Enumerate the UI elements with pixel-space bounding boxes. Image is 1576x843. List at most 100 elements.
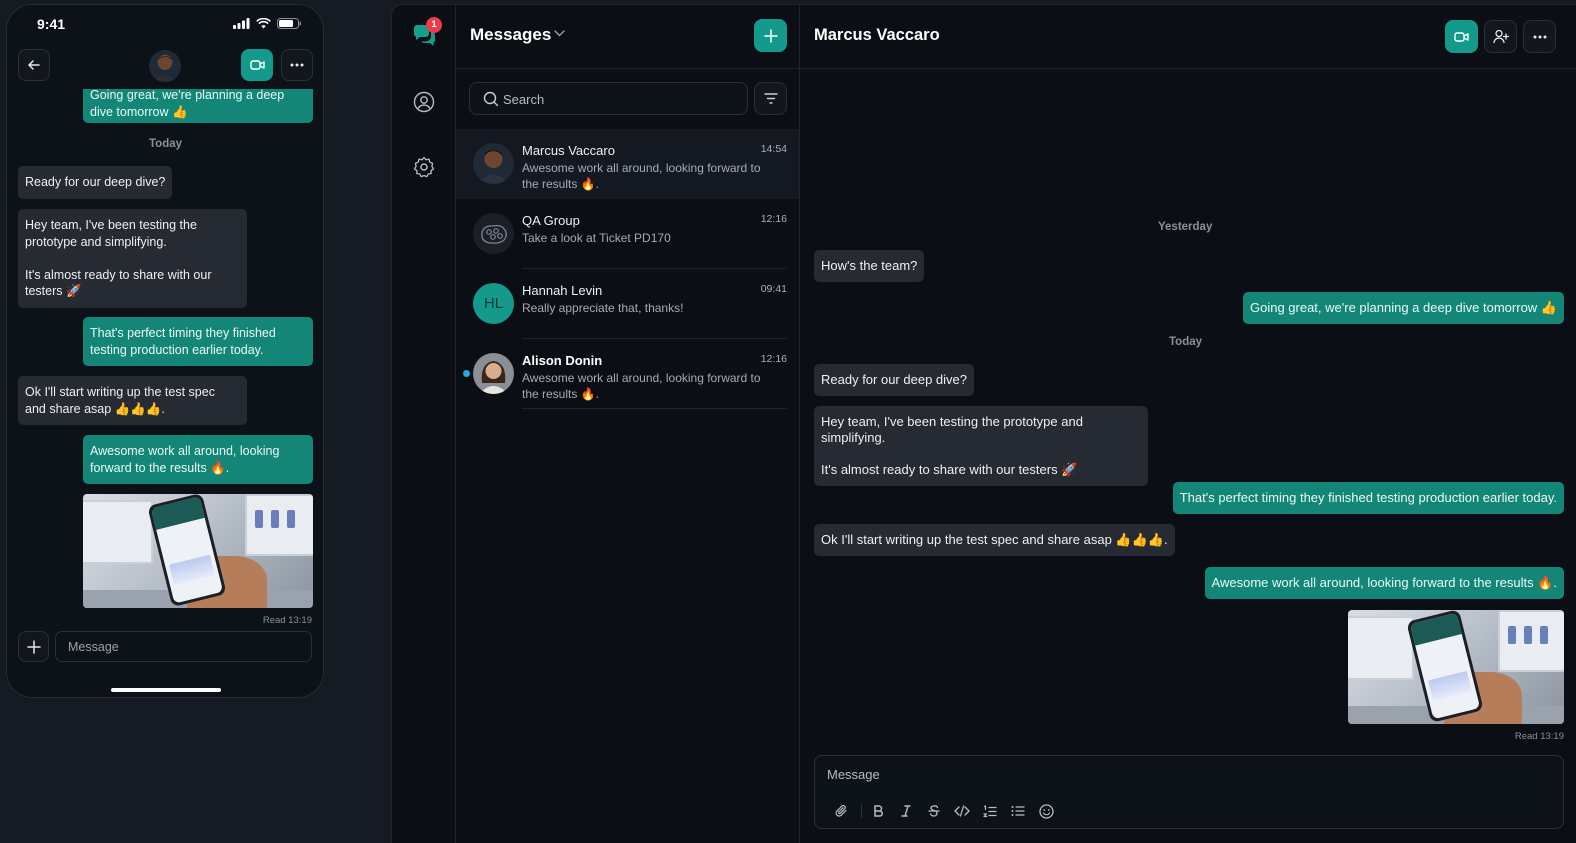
message-bubble-outgoing: Going great, we're planning a deep dive … bbox=[83, 89, 313, 123]
bullet-list-icon bbox=[1011, 806, 1025, 816]
message-bubble-outgoing: Awesome work all around, looking forward… bbox=[83, 435, 313, 484]
message-input[interactable]: Message bbox=[55, 631, 312, 662]
notification-badge: 1 bbox=[426, 17, 442, 33]
message-bubble-incoming: Ready for our deep dive? bbox=[18, 166, 173, 199]
attach-button[interactable] bbox=[827, 802, 855, 820]
image-attachment[interactable] bbox=[83, 494, 313, 608]
conversation-name: Alison Donin bbox=[522, 353, 603, 368]
status-bar: 9:41 bbox=[7, 5, 323, 45]
home-indicator bbox=[111, 688, 221, 692]
search-icon bbox=[483, 91, 499, 107]
new-message-button[interactable] bbox=[754, 19, 787, 52]
read-receipt: Read 13:19 bbox=[262, 615, 312, 626]
numbered-list-icon bbox=[983, 804, 997, 817]
add-user-icon bbox=[1492, 29, 1509, 44]
chat-panel: Marcus Vaccaro Yesterday How's the team?… bbox=[800, 5, 1576, 843]
conversation-preview: Really appreciate that, thanks! bbox=[522, 301, 684, 315]
read-receipt: Read 13:19 bbox=[1514, 731, 1564, 742]
conversation-name: QA Group bbox=[522, 213, 580, 228]
phone-compose-bar: Message bbox=[7, 631, 323, 663]
conversation-time: 12:16 bbox=[760, 353, 787, 365]
bullet-list-button[interactable] bbox=[1004, 802, 1032, 820]
unread-indicator bbox=[463, 370, 470, 377]
more-icon bbox=[1533, 35, 1546, 38]
nav-messages[interactable]: 1 bbox=[411, 17, 442, 49]
attach-icon bbox=[835, 805, 847, 817]
search-field[interactable] bbox=[469, 82, 748, 115]
conversation-item-alison-donin[interactable]: Alison Donin 12:16 Awesome work all arou… bbox=[456, 339, 799, 409]
add-participant-button[interactable] bbox=[1484, 20, 1517, 53]
more-options-button[interactable] bbox=[281, 49, 313, 81]
conversation-time: 14:54 bbox=[760, 143, 787, 155]
conversation-item-hannah-levin[interactable]: HL Hannah Levin 09:41 Really appreciate … bbox=[456, 269, 799, 339]
format-toolbar bbox=[827, 802, 1060, 820]
conversation-preview: Awesome work all around, looking forward… bbox=[522, 161, 761, 191]
bold-button[interactable] bbox=[864, 802, 892, 820]
group-avatar bbox=[473, 213, 514, 254]
emoji-button[interactable] bbox=[1032, 802, 1060, 820]
conversation-preview: Take a look at Ticket PD170 bbox=[522, 231, 671, 245]
code-button[interactable] bbox=[948, 802, 976, 820]
italic-icon bbox=[901, 805, 911, 817]
status-icons bbox=[233, 18, 301, 29]
video-call-button[interactable] bbox=[241, 49, 273, 81]
message-bubble-incoming: Hey team, I've been testing the prototyp… bbox=[18, 209, 247, 308]
message-bubble-outgoing: That's perfect timing they finished test… bbox=[1172, 482, 1564, 514]
message-bubble-outgoing: Going great, we're planning a deep dive … bbox=[1242, 292, 1564, 324]
filter-icon bbox=[763, 93, 778, 104]
phone-message-list[interactable]: Going great, we're planning a deep dive … bbox=[7, 89, 323, 629]
nav-settings[interactable] bbox=[411, 154, 437, 180]
panel-title[interactable]: Messages bbox=[470, 25, 551, 45]
message-bubble-incoming: Ready for our deep dive? bbox=[814, 364, 974, 396]
settings-icon bbox=[413, 156, 435, 178]
message-bubble-outgoing: Awesome work all around, looking forward… bbox=[1204, 567, 1564, 599]
day-separator: Yesterday bbox=[1158, 221, 1213, 233]
message-bubble-incoming: How's the team? bbox=[814, 250, 925, 282]
strikethrough-button[interactable] bbox=[920, 802, 948, 820]
chevron-down-icon[interactable] bbox=[554, 30, 565, 37]
composer-input[interactable]: Message bbox=[827, 767, 880, 782]
avatar bbox=[473, 353, 514, 394]
back-arrow-icon bbox=[28, 60, 40, 70]
wifi-icon bbox=[256, 18, 271, 29]
message-bubble-incoming: Hey team, I've been testing the prototyp… bbox=[814, 406, 1148, 486]
filter-button[interactable] bbox=[754, 82, 787, 115]
conversation-list-panel: Messages Marcus Vaccaro 14:54 Awesome wo… bbox=[456, 5, 800, 843]
toolbar-divider bbox=[861, 804, 862, 818]
search-input[interactable] bbox=[503, 89, 733, 109]
conversation-item-qa-group[interactable]: QA Group 12:16 Take a look at Ticket PD1… bbox=[456, 199, 799, 269]
desktop-app: 1 Messages Marcus Vaccaro bbox=[391, 4, 1576, 843]
chat-title: Marcus Vaccaro bbox=[814, 26, 940, 44]
avatar bbox=[473, 143, 514, 184]
add-attachment-button[interactable] bbox=[18, 631, 49, 662]
more-options-button[interactable] bbox=[1523, 20, 1556, 53]
more-icon bbox=[290, 63, 304, 67]
conversation-time: 09:41 bbox=[760, 283, 787, 295]
avatar-initials: HL bbox=[483, 295, 504, 312]
divider bbox=[522, 408, 787, 409]
bold-icon bbox=[873, 805, 883, 817]
group-icon bbox=[480, 224, 507, 244]
italic-button[interactable] bbox=[892, 802, 920, 820]
conversation-list-header: Messages bbox=[456, 5, 799, 69]
video-call-button[interactable] bbox=[1445, 20, 1478, 53]
phone-frame: 9:41 Going great, we're planning a deep … bbox=[6, 4, 324, 698]
numbered-list-button[interactable] bbox=[976, 802, 1004, 820]
status-time: 9:41 bbox=[37, 16, 66, 32]
image-attachment[interactable] bbox=[1348, 610, 1564, 724]
strikethrough-icon bbox=[928, 805, 940, 817]
video-call-icon bbox=[1454, 31, 1469, 42]
back-button[interactable] bbox=[18, 49, 50, 81]
conversation-name: Hannah Levin bbox=[522, 283, 603, 298]
plus-icon bbox=[763, 28, 778, 43]
chat-header: Marcus Vaccaro bbox=[800, 5, 1576, 69]
phone-chat-header bbox=[7, 49, 323, 89]
video-call-icon bbox=[249, 60, 265, 70]
nav-profile[interactable] bbox=[411, 89, 437, 115]
message-composer[interactable]: Message bbox=[814, 755, 1564, 829]
battery-icon bbox=[277, 18, 301, 29]
conversation-name: Marcus Vaccaro bbox=[522, 143, 615, 158]
conversation-item-marcus-vaccaro[interactable]: Marcus Vaccaro 14:54 Awesome work all ar… bbox=[456, 129, 799, 199]
avatar[interactable] bbox=[149, 50, 181, 82]
emoji-icon bbox=[1038, 803, 1054, 819]
